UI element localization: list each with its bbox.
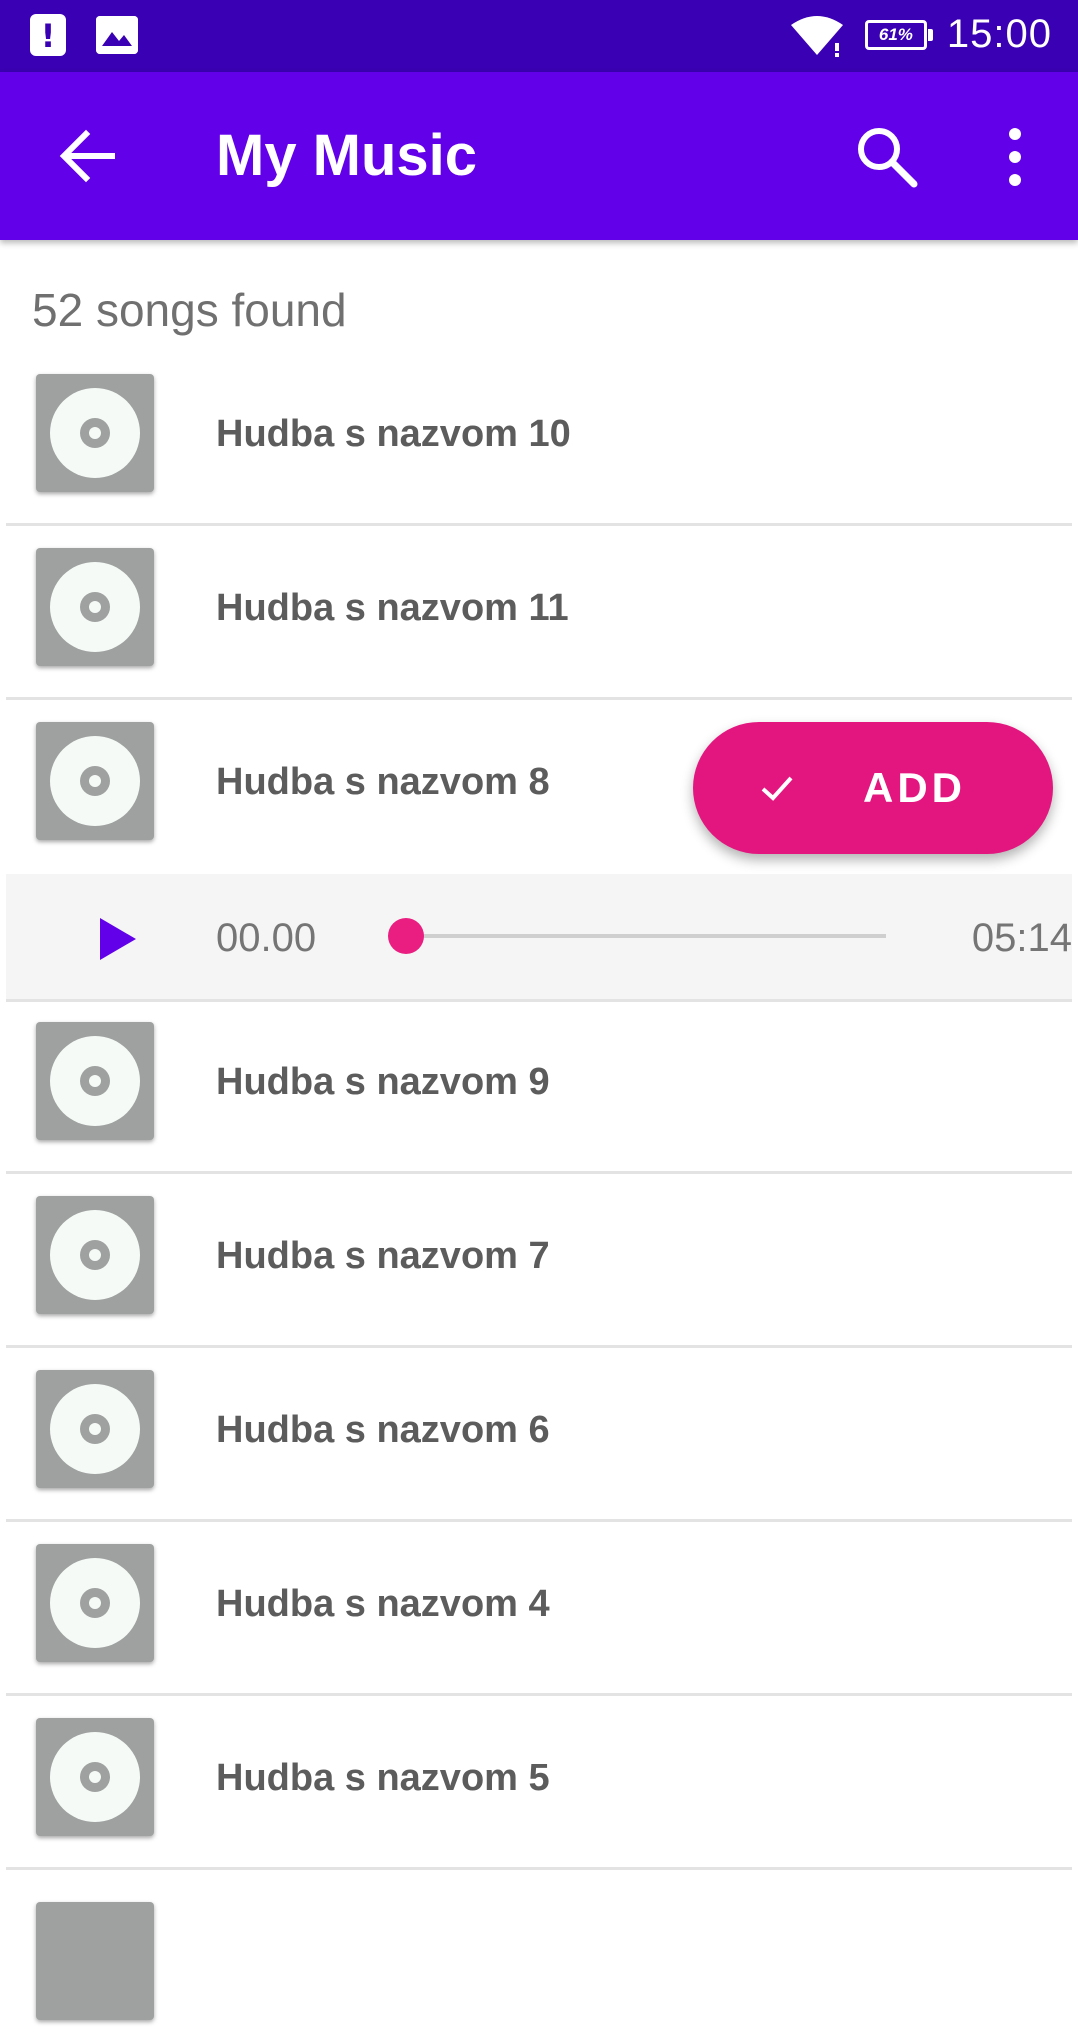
album-cover-icon: [36, 1370, 154, 1488]
song-row[interactable]: Hudba s nazvom 10: [6, 354, 1072, 526]
song-row[interactable]: Hudba s nazvom 6: [6, 1350, 1072, 1522]
song-title: Hudba s nazvom 7: [216, 1235, 550, 1277]
play-icon: [100, 918, 136, 960]
search-icon: [858, 128, 918, 188]
battery-level: 61%: [878, 24, 913, 44]
song-title: Hudba s nazvom 5: [216, 1757, 550, 1799]
album-cover-icon: [36, 1718, 154, 1836]
back-button[interactable]: [52, 120, 124, 192]
check-icon: [761, 776, 793, 801]
more-vert-icon: [1009, 128, 1021, 186]
app-bar: My Music: [0, 72, 1078, 240]
album-cover-icon: [36, 1544, 154, 1662]
alert-icon: [30, 14, 66, 56]
album-cover-icon: [36, 548, 154, 666]
add-button[interactable]: ADD: [693, 722, 1053, 854]
battery-icon: 61%: [864, 19, 933, 50]
album-cover-icon: [36, 1022, 154, 1140]
song-row[interactable]: Hudba s nazvom 5: [6, 1698, 1072, 1870]
page-title: My Music: [216, 123, 478, 188]
song-row[interactable]: Hudba s nazvom 9: [6, 1002, 1072, 1174]
search-button[interactable]: [852, 122, 922, 192]
image-icon: [96, 16, 138, 54]
back-arrow-icon: [59, 129, 115, 183]
more-options-button[interactable]: [990, 122, 1040, 192]
song-title: Hudba s nazvom 11: [216, 587, 569, 629]
song-title: Hudba s nazvom 8: [216, 761, 550, 803]
seek-thumb[interactable]: [388, 918, 424, 954]
song-row[interactable]: Hudba s nazvom 11: [6, 528, 1072, 700]
current-time: 00.00: [216, 916, 317, 960]
status-bar: 61% 15:00: [0, 0, 1078, 72]
album-cover-icon: [36, 1196, 154, 1314]
mini-player: 00.00 05:14: [6, 874, 1072, 1002]
song-row[interactable]: Hudba s nazvom 4: [6, 1524, 1072, 1696]
play-button[interactable]: [96, 914, 140, 964]
wifi-icon: [790, 15, 843, 57]
song-title: Hudba s nazvom 10: [216, 413, 571, 455]
total-time: 05:14: [971, 916, 1072, 960]
song-row[interactable]: Hudba s nazvom 7: [6, 1176, 1072, 1348]
song-title: Hudba s nazvom 6: [216, 1409, 550, 1451]
song-row-partial[interactable]: [6, 1872, 1072, 2044]
song-title: Hudba s nazvom 4: [216, 1583, 550, 1625]
songs-count: 52 songs found: [32, 284, 347, 336]
clock: 15:00: [946, 12, 1052, 56]
add-button-label: ADD: [863, 764, 966, 811]
album-cover-icon: [36, 374, 154, 492]
seek-bar[interactable]: [388, 918, 886, 954]
album-cover-icon: [36, 722, 154, 840]
song-title: Hudba s nazvom 9: [216, 1061, 550, 1103]
seek-track: [406, 934, 886, 938]
